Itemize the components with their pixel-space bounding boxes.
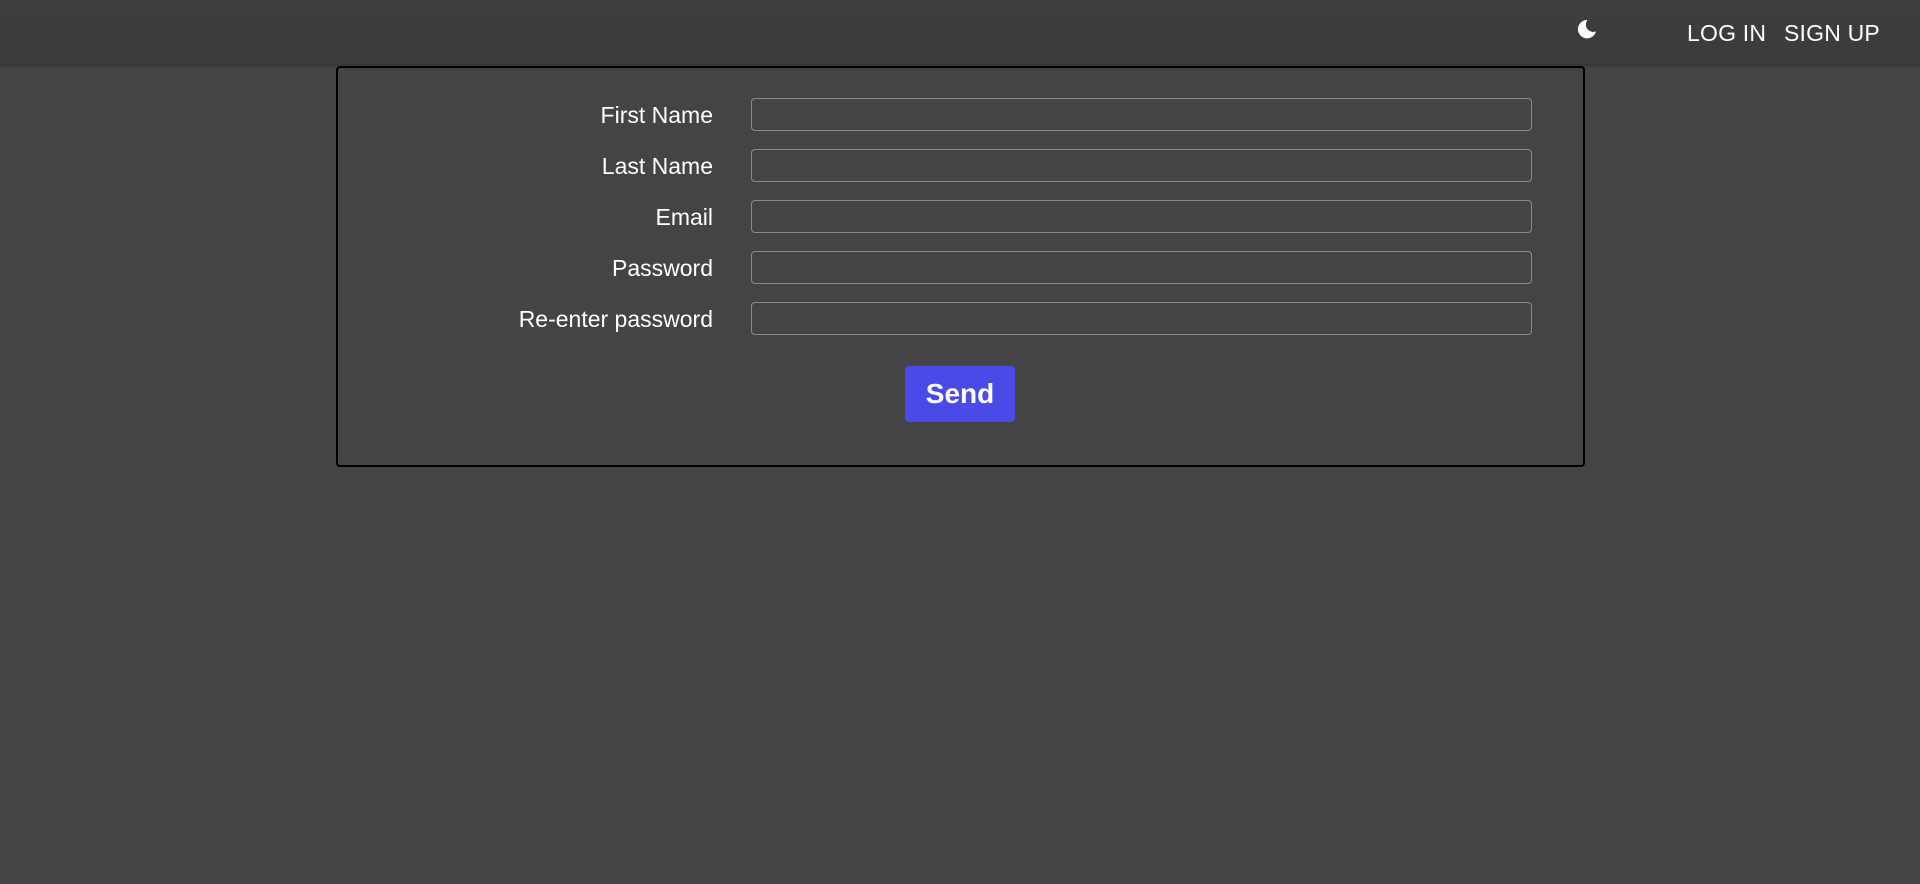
password-input[interactable] — [751, 251, 1532, 284]
password-label: Password — [612, 255, 713, 281]
moon-icon-graphic — [1577, 20, 1596, 39]
first-name-input[interactable] — [751, 98, 1532, 131]
first-name-label: First Name — [600, 102, 713, 128]
last-name-input[interactable] — [751, 149, 1532, 182]
last-name-label: Last Name — [601, 153, 713, 179]
send-button[interactable]: Send — [905, 366, 1015, 422]
signup-link[interactable]: SIGN UP — [1784, 20, 1880, 46]
last-name-row: Last Name — [338, 149, 1583, 183]
password-row: Password — [338, 251, 1583, 285]
email-input[interactable] — [751, 200, 1532, 233]
moon-icon[interactable] — [1574, 16, 1600, 42]
top-navbar: LOG IN SIGN UP — [0, 0, 1920, 64]
reenter-password-row: Re-enter password — [338, 302, 1583, 336]
first-name-row: First Name — [338, 98, 1583, 132]
login-link[interactable]: LOG IN — [1687, 20, 1766, 46]
reenter-password-label: Re-enter password — [518, 306, 713, 332]
email-label: Email — [655, 204, 713, 230]
email-row: Email — [338, 200, 1583, 234]
reenter-password-input[interactable] — [751, 302, 1532, 335]
signup-form: First Name Last Name Email Password Re-e… — [336, 66, 1585, 467]
